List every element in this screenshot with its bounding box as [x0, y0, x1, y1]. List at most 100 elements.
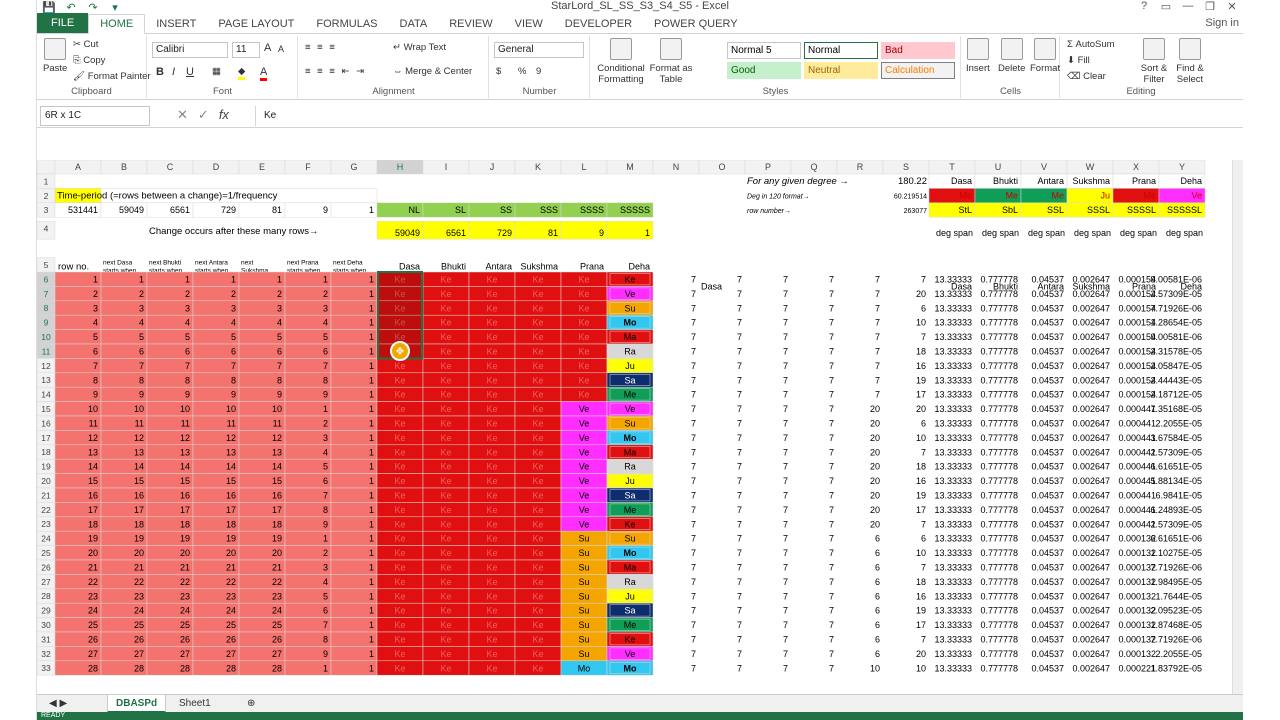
copy-button[interactable]: ⎘ Copy — [73, 55, 105, 66]
deha-label: Me — [624, 390, 637, 400]
select-all-corner[interactable] — [37, 160, 56, 175]
row-header-label: 16 — [41, 418, 51, 428]
add-sheet-icon[interactable]: ⊕ — [239, 695, 263, 713]
sheet-tab-dbaspd[interactable]: DBASPd — [107, 695, 167, 713]
minimize-icon[interactable]: — — [1177, 0, 1199, 13]
underline-button[interactable]: U — [186, 66, 194, 78]
find-select-button[interactable]: Find & Select — [1173, 38, 1207, 85]
cell-style-neutral[interactable]: Neutral — [804, 62, 878, 79]
currency-button[interactable]: $ — [496, 66, 501, 77]
wrap-text-button[interactable]: ↵ Wrap Text — [393, 42, 446, 53]
row-header-label: 26 — [41, 562, 51, 572]
index-value: 6 — [93, 347, 98, 357]
font-color-icon[interactable]: A — [260, 66, 268, 81]
fill-color-icon[interactable]: ◆ — [238, 66, 246, 80]
count-value: 6 — [875, 606, 880, 616]
vertical-scrollbar[interactable] — [1232, 160, 1243, 694]
cancel-icon[interactable]: ✕ — [177, 107, 188, 123]
tab-power-query[interactable]: POWER QUERY — [643, 15, 749, 33]
count-value: 10 — [916, 548, 926, 558]
undo-icon[interactable]: ↶ — [63, 1, 79, 14]
tab-formulas[interactable]: FORMULAS — [305, 15, 388, 33]
sheet-nav-icons[interactable]: ◀ ▶ — [41, 695, 75, 713]
deha-label: Ke — [624, 635, 635, 645]
tab-file[interactable]: FILE — [37, 13, 89, 33]
sign-in-link[interactable]: Sign in — [1205, 17, 1239, 29]
italic-button[interactable]: I — [172, 66, 175, 78]
ribbon-display-icon[interactable]: ▭ — [1155, 0, 1177, 13]
autosum-button[interactable]: Σ AutoSum — [1067, 39, 1115, 50]
formula-input[interactable]: Ke — [255, 106, 1243, 126]
percent-button[interactable]: % — [518, 66, 526, 77]
count-value: 7 — [783, 635, 788, 645]
span-value: 0.777778 — [980, 663, 1018, 673]
font-name-combo[interactable]: Calibri — [152, 42, 228, 58]
count-value: 7 — [875, 361, 880, 371]
r4-value-label: 1 — [645, 228, 650, 238]
format-cells-button[interactable]: Format — [1030, 38, 1060, 74]
tab-view[interactable]: VIEW — [504, 15, 554, 33]
index-value: 13 — [180, 447, 190, 457]
close-icon[interactable]: ✕ — [1221, 0, 1243, 13]
horizontal-align-icons[interactable]: ≡ ≡ ≡ ⇤ ⇥ — [305, 66, 366, 77]
styles-group: Conditional Formatting Format as Table N… — [591, 36, 961, 98]
restore-icon[interactable]: ❐ — [1199, 0, 1221, 13]
merge-center-button[interactable]: ⇔ Merge & Center — [393, 66, 472, 77]
save-icon[interactable]: 💾 — [41, 1, 57, 14]
comma-button[interactable]: 9 — [536, 66, 541, 77]
tab-developer[interactable]: DEVELOPER — [554, 15, 643, 33]
insert-cells-button[interactable]: Insert — [966, 38, 990, 74]
number-group: General $ % 9 Number — [490, 36, 590, 98]
cell-grid-svg[interactable]: A B C D E F G H I J K L M N O P Q R S T U V W X Y123456789101112… — [37, 160, 1243, 694]
span-value: 0.777778 — [980, 289, 1018, 299]
paste-button[interactable]: Paste — [43, 38, 67, 74]
index-value: 15 — [88, 476, 98, 486]
cell-style-bad[interactable]: Bad — [881, 42, 955, 59]
tab-data[interactable]: DATA — [389, 15, 439, 33]
shrink-font-button[interactable]: A — [278, 44, 284, 54]
next-deha-value: 1 — [369, 563, 374, 573]
count-value: 20 — [916, 289, 926, 299]
cell-style-good[interactable]: Good — [727, 62, 801, 79]
count-value: 7 — [737, 419, 742, 429]
redo-icon[interactable]: ↷ — [85, 1, 101, 14]
row-number-label: row number→ — [747, 208, 791, 215]
font-size-combo[interactable]: 11 — [232, 42, 260, 58]
sort-filter-button[interactable]: Sort & Filter — [1137, 38, 1171, 85]
cell-style-normal-5[interactable]: Normal 5 — [727, 42, 801, 59]
insert-function-icon[interactable]: fx — [219, 107, 229, 123]
tab-insert[interactable]: INSERT — [145, 15, 207, 33]
tab-home[interactable]: HOME — [88, 14, 146, 34]
cut-button[interactable]: ✂ Cut — [73, 39, 98, 50]
format-painter-button[interactable]: 🖌 Format Painter — [73, 71, 151, 82]
span-value: 2.31578E-05 — [1150, 347, 1202, 357]
row-header-label: 31 — [41, 634, 51, 644]
borders-icon[interactable]: ▦ — [212, 66, 221, 77]
deha-label: Mo — [624, 318, 637, 328]
next-prana-value: 2 — [323, 419, 328, 429]
next-prana-value: 1 — [323, 404, 328, 414]
fill-button[interactable]: ⬇ Fill — [1067, 55, 1090, 66]
enter-icon[interactable]: ✓ — [198, 107, 209, 123]
name-box[interactable]: 6R x 1C — [40, 106, 150, 126]
clear-button[interactable]: ⌫ Clear — [1067, 71, 1106, 82]
index-value: 1 — [185, 275, 190, 285]
bold-button[interactable]: B — [156, 66, 164, 78]
prana-label: Ke — [578, 303, 589, 313]
worksheet-grid[interactable]: A B C D E F G H I J K L M N O P Q R S T U V W X Y 1 2 3 4 5 6 7 8 9 10 11 12… — [37, 160, 1243, 694]
move-cursor-icon: ✥ — [396, 347, 404, 358]
tab-review[interactable]: REVIEW — [438, 15, 503, 33]
grow-font-button[interactable]: A — [264, 42, 271, 54]
vertical-align-icons[interactable]: ≡ ≡ ≡ — [305, 42, 337, 53]
span-value: 0.002647 — [1072, 635, 1110, 645]
cell-style-calculation[interactable]: Calculation — [881, 62, 955, 79]
tab-page-layout[interactable]: PAGE LAYOUT — [207, 15, 305, 33]
sheet-tab-sheet1[interactable]: Sheet1 — [171, 695, 219, 713]
help-icon[interactable]: ? — [1133, 0, 1155, 13]
format-as-table-button[interactable]: Format as Table — [649, 38, 693, 85]
conditional-formatting-button[interactable]: Conditional Formatting — [595, 38, 647, 85]
number-format-combo[interactable]: General — [494, 42, 584, 58]
cell-style-normal[interactable]: Normal — [804, 42, 878, 59]
customize-qat-icon[interactable]: ▾ — [107, 1, 123, 14]
delete-cells-button[interactable]: Delete — [998, 38, 1025, 74]
